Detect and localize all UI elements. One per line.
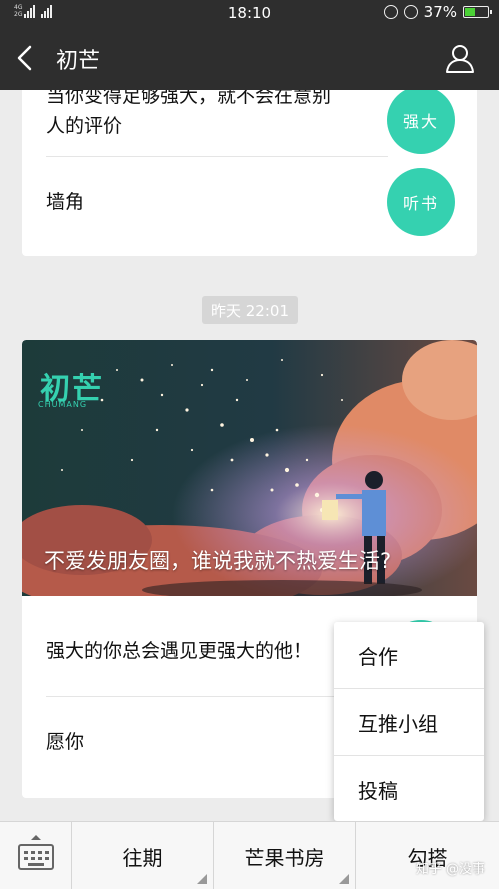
hero-cover[interactable]: 初芒 CHUMANG 不爱发朋友圈，谁说我就不热爱生活? [22, 340, 477, 596]
title-bar: 初芒 [0, 26, 499, 90]
menu-tab-label: 芒果书房 [244, 845, 325, 870]
menu-tab-label: 往期 [122, 845, 163, 870]
rotation-lock-icon [403, 5, 418, 19]
submenu-indicator-icon [197, 874, 207, 884]
back-arrow-icon [17, 45, 32, 71]
badge-thumbnail: 听书 [387, 168, 455, 236]
article-list-card: 当你变得足够强大，就不会在意别 人的评价 强大 墙角 听书 [22, 90, 477, 256]
keyboard-icon [18, 844, 54, 870]
menu-tab-bookstore[interactable]: 芒果书房 [214, 822, 356, 889]
keyboard-toggle-button[interactable] [0, 822, 72, 889]
submenu-popup: 合作 互推小组 投稿 [334, 622, 484, 821]
list-item-title: 墙角 [46, 191, 85, 213]
list-item-title: 强大的你总会遇见更强大的他！ [46, 640, 313, 662]
profile-button[interactable] [443, 41, 477, 75]
battery-icon [463, 6, 492, 18]
status-bar: 4G 2G 18:10 37% [0, 0, 499, 26]
back-button[interactable] [8, 40, 44, 76]
menu-item-cross-promo[interactable]: 互推小组 [334, 689, 484, 755]
person-icon [446, 45, 474, 73]
alarm-icon [383, 5, 398, 19]
brand-logo-subtitle: CHUMANG [38, 400, 88, 409]
list-item-title: 愿你 [46, 731, 85, 753]
timestamp: 昨天 22:01 [202, 296, 298, 324]
article-headline: 不爱发朋友圈，谁说我就不热爱生活? [44, 549, 392, 573]
submenu-indicator-icon [339, 874, 349, 884]
watermark: 知乎 @没事 [415, 862, 485, 877]
menu-tab-past[interactable]: 往期 [72, 822, 214, 889]
battery-percent: 37% [423, 3, 457, 21]
list-item-title: 当你变得足够强大，就不会在意别 人的评价 [46, 90, 332, 137]
list-item[interactable]: 当你变得足够强大，就不会在意别 人的评价 强大 [22, 90, 477, 156]
menu-tab-connect[interactable]: 勾搭 [356, 822, 499, 889]
caret-up-icon [31, 835, 41, 840]
badge-thumbnail: 强大 [387, 90, 455, 154]
page-title: 初芒 [56, 49, 101, 74]
menu-item-submit[interactable]: 投稿 [334, 756, 484, 822]
bottom-menu-bar: 往期 芒果书房 勾搭 知乎 @没事 [0, 821, 499, 889]
menu-item-cooperation[interactable]: 合作 [334, 622, 484, 688]
list-item[interactable]: 墙角 听书 [22, 157, 477, 247]
